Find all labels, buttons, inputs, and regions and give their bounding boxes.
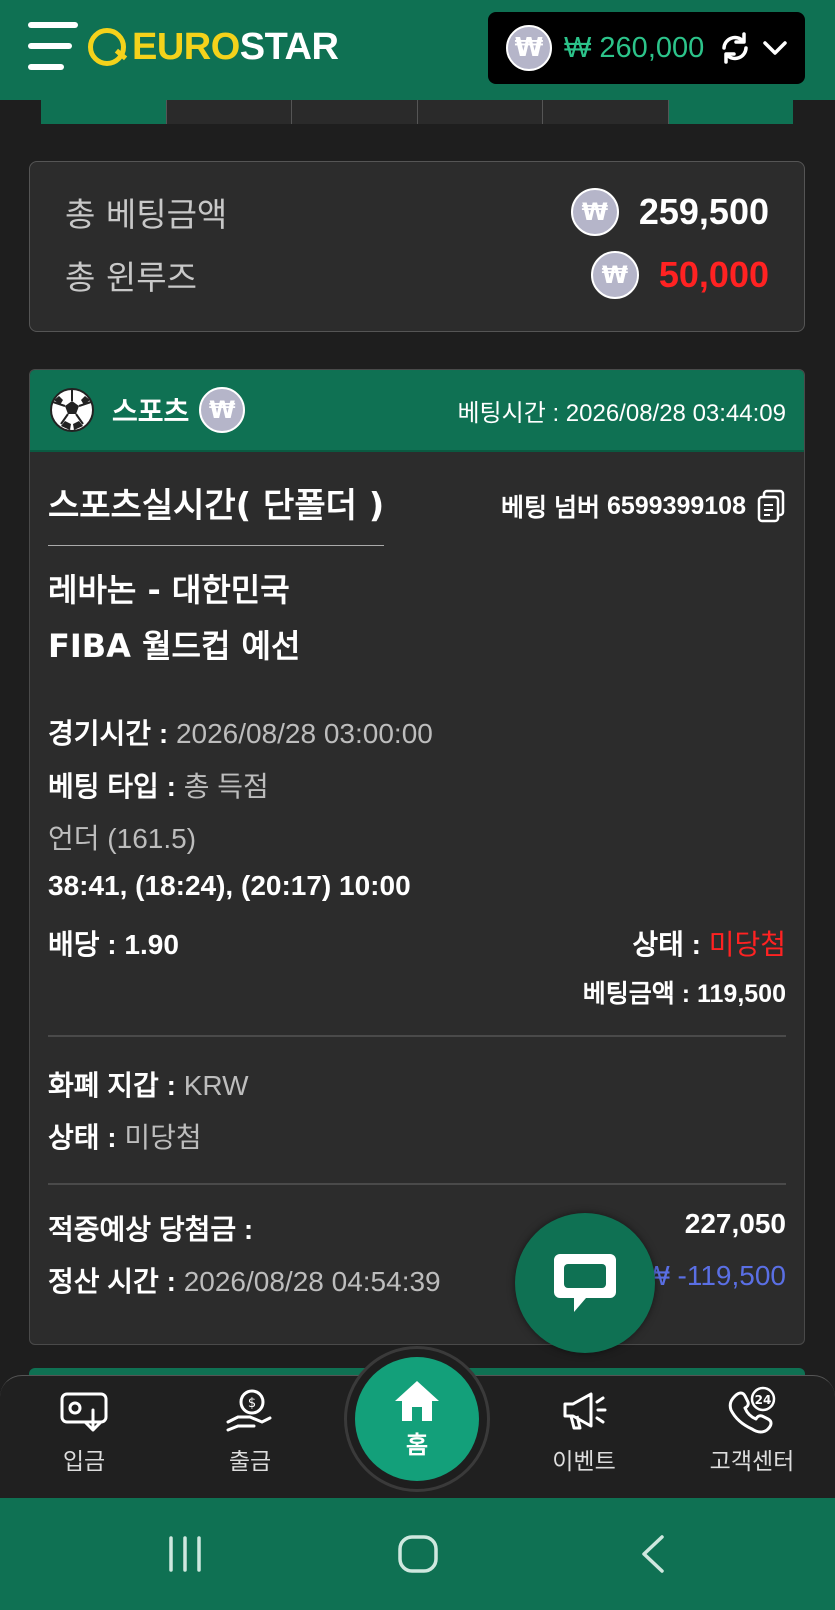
nav-support[interactable]: 24 고객센터 [692,1386,812,1496]
settle-status: 상태 : 미당첨 [48,1122,202,1153]
withdraw-icon: $ [226,1389,272,1432]
logo-mark-icon [88,28,126,66]
home-system-icon[interactable] [397,1534,439,1574]
bet-summary-card: 총 베팅금액 ₩ 259,500 총 윈루즈 ₩ 50,000 [29,161,805,332]
bet-history-card: 스포츠 ₩ 베팅시간 : 2026/08/28 03:44:09 스포츠실시간(… [29,369,805,1345]
bet-card-header: 스포츠 ₩ 베팅시간 : 2026/08/28 03:44:09 [30,370,804,452]
bet-pick: 언더 (161.5) [48,823,197,854]
settle-time: 정산 시간 : 2026/08/28 04:54:39 [48,1266,441,1297]
bet-time: 베팅시간 : 2026/08/28 03:44:09 [457,399,786,427]
match-teams: 레바논 - 대한민국 [48,571,290,609]
currency-wallet: 화폐 지갑 : KRW [48,1070,249,1101]
bottom-navigation: 입금 $ 출금 홈 이벤트 24 고객센터 [0,1346,835,1498]
nav-event[interactable]: 이벤트 [524,1386,644,1496]
bet-live-title: 스포츠실시간( 단폴더 ) [48,478,385,546]
tab-1[interactable] [41,96,167,124]
tab-5[interactable] [543,96,669,124]
settle-amount: ₩ -119,500 [643,1260,786,1291]
nav-home[interactable]: 홈 [344,1346,490,1492]
expected-win-value: 227,050 [684,1208,786,1239]
tab-3[interactable] [292,96,418,124]
support-phone-icon: 24 [728,1386,776,1434]
divider [48,1035,786,1037]
tab-4[interactable] [417,96,543,124]
league-name: FIBA 월드컵 예선 [48,627,301,665]
won-coin-icon: ₩ [199,387,246,433]
total-winloss-value: 50,000 [658,254,769,295]
total-bet-label: 총 베팅금액 [65,195,228,234]
odds: 배당 : 1.90 [48,929,179,960]
filter-tabs [41,96,793,124]
bet-status: 상태 : 미당첨 [632,929,786,960]
soccer-ball-icon [50,388,94,432]
top-header: EUROSTAR ₩ ₩ 260,000 [0,0,835,100]
won-coin-icon: ₩ [590,251,639,299]
back-icon[interactable] [638,1534,668,1574]
game-time: 경기시간 : 2026/08/28 03:00:00 [48,718,433,749]
bet-number: 베팅 넘버 6599399108 [501,488,786,524]
wallet-balance-widget[interactable]: ₩ ₩ 260,000 [488,12,805,84]
menu-icon[interactable] [28,22,78,72]
system-navigation-bar [0,1498,835,1610]
home-icon [395,1380,439,1421]
total-bet-value: 259,500 [638,191,769,232]
won-coin-icon: ₩ [506,25,552,71]
match-score: 38:41, (18:24), (20:17) 10:00 [48,870,411,901]
deposit-icon [60,1392,108,1432]
copy-icon[interactable] [756,489,786,523]
tab-2[interactable] [166,96,292,124]
recent-apps-icon[interactable] [165,1536,205,1572]
refresh-icon[interactable] [718,31,752,65]
eurostar-logo[interactable]: EUROSTAR [88,22,339,72]
svg-text:$: $ [248,1396,256,1411]
expected-win-label: 적중예상 당첨금 : [48,1214,254,1245]
bet-type: 베팅 타입 : 총 득점 [48,771,269,802]
megaphone-icon [563,1392,607,1430]
tab-6[interactable] [668,96,793,124]
balance-amount: ₩ 260,000 [564,31,705,64]
total-winloss-label: 총 윈루즈 [65,258,197,297]
chat-button[interactable] [515,1213,655,1353]
won-coin-icon: ₩ [570,188,619,236]
chevron-down-icon[interactable] [760,33,790,63]
nav-deposit[interactable]: 입금 [24,1386,144,1496]
divider [48,1183,786,1185]
svg-text:24: 24 [755,1393,772,1407]
chat-bubble-icon [554,1254,616,1312]
bet-category: 스포츠 [112,395,190,428]
nav-withdraw[interactable]: $ 출금 [190,1386,310,1496]
bet-amount: 베팅금액 : 119,500 [582,980,786,1008]
